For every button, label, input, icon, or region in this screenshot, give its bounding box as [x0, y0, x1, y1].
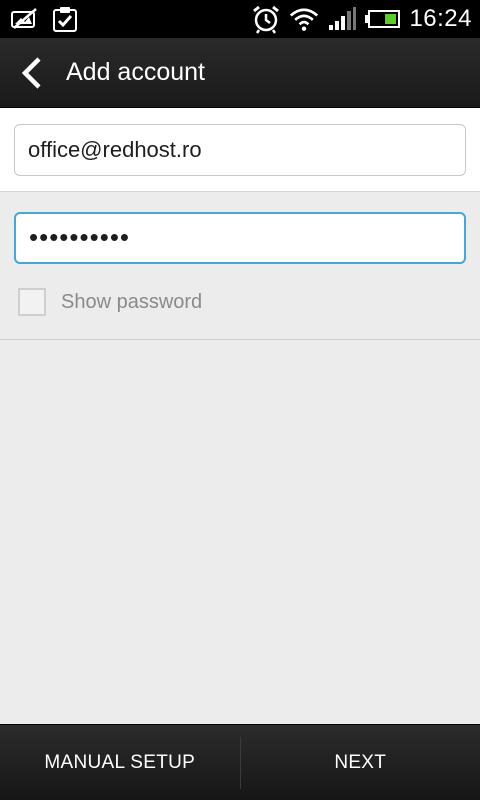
action-bar: Add account [0, 38, 480, 108]
show-password-row[interactable]: Show password [18, 288, 202, 316]
add-account-screen: 16:24 Add account office@redhost.ro ••••… [0, 0, 480, 800]
next-button[interactable]: NEXT [241, 725, 480, 800]
divider [0, 339, 480, 340]
status-bar: 16:24 [0, 0, 480, 38]
wifi-icon [289, 4, 319, 34]
email-field[interactable]: office@redhost.ro [14, 124, 466, 176]
alarm-clock-icon [251, 4, 281, 34]
back-button[interactable] [12, 52, 52, 94]
signal-bars-icon [327, 4, 357, 34]
password-field[interactable]: •••••••••• [14, 212, 466, 264]
form-content: office@redhost.ro •••••••••• Show passwo… [0, 108, 480, 724]
status-time: 16:24 [409, 5, 472, 32]
show-password-label: Show password [61, 290, 203, 313]
page-title: Add account [66, 58, 205, 86]
bottom-action-bar: MANUAL SETUP NEXT [0, 724, 480, 800]
manual-setup-button[interactable]: MANUAL SETUP [0, 725, 240, 800]
email-section: office@redhost.ro [0, 108, 480, 192]
chevron-left-icon [21, 57, 41, 89]
picture-crossed-icon [10, 4, 40, 34]
clipboard-check-icon [50, 4, 80, 34]
battery-icon [365, 4, 401, 34]
show-password-checkbox[interactable] [18, 288, 46, 316]
